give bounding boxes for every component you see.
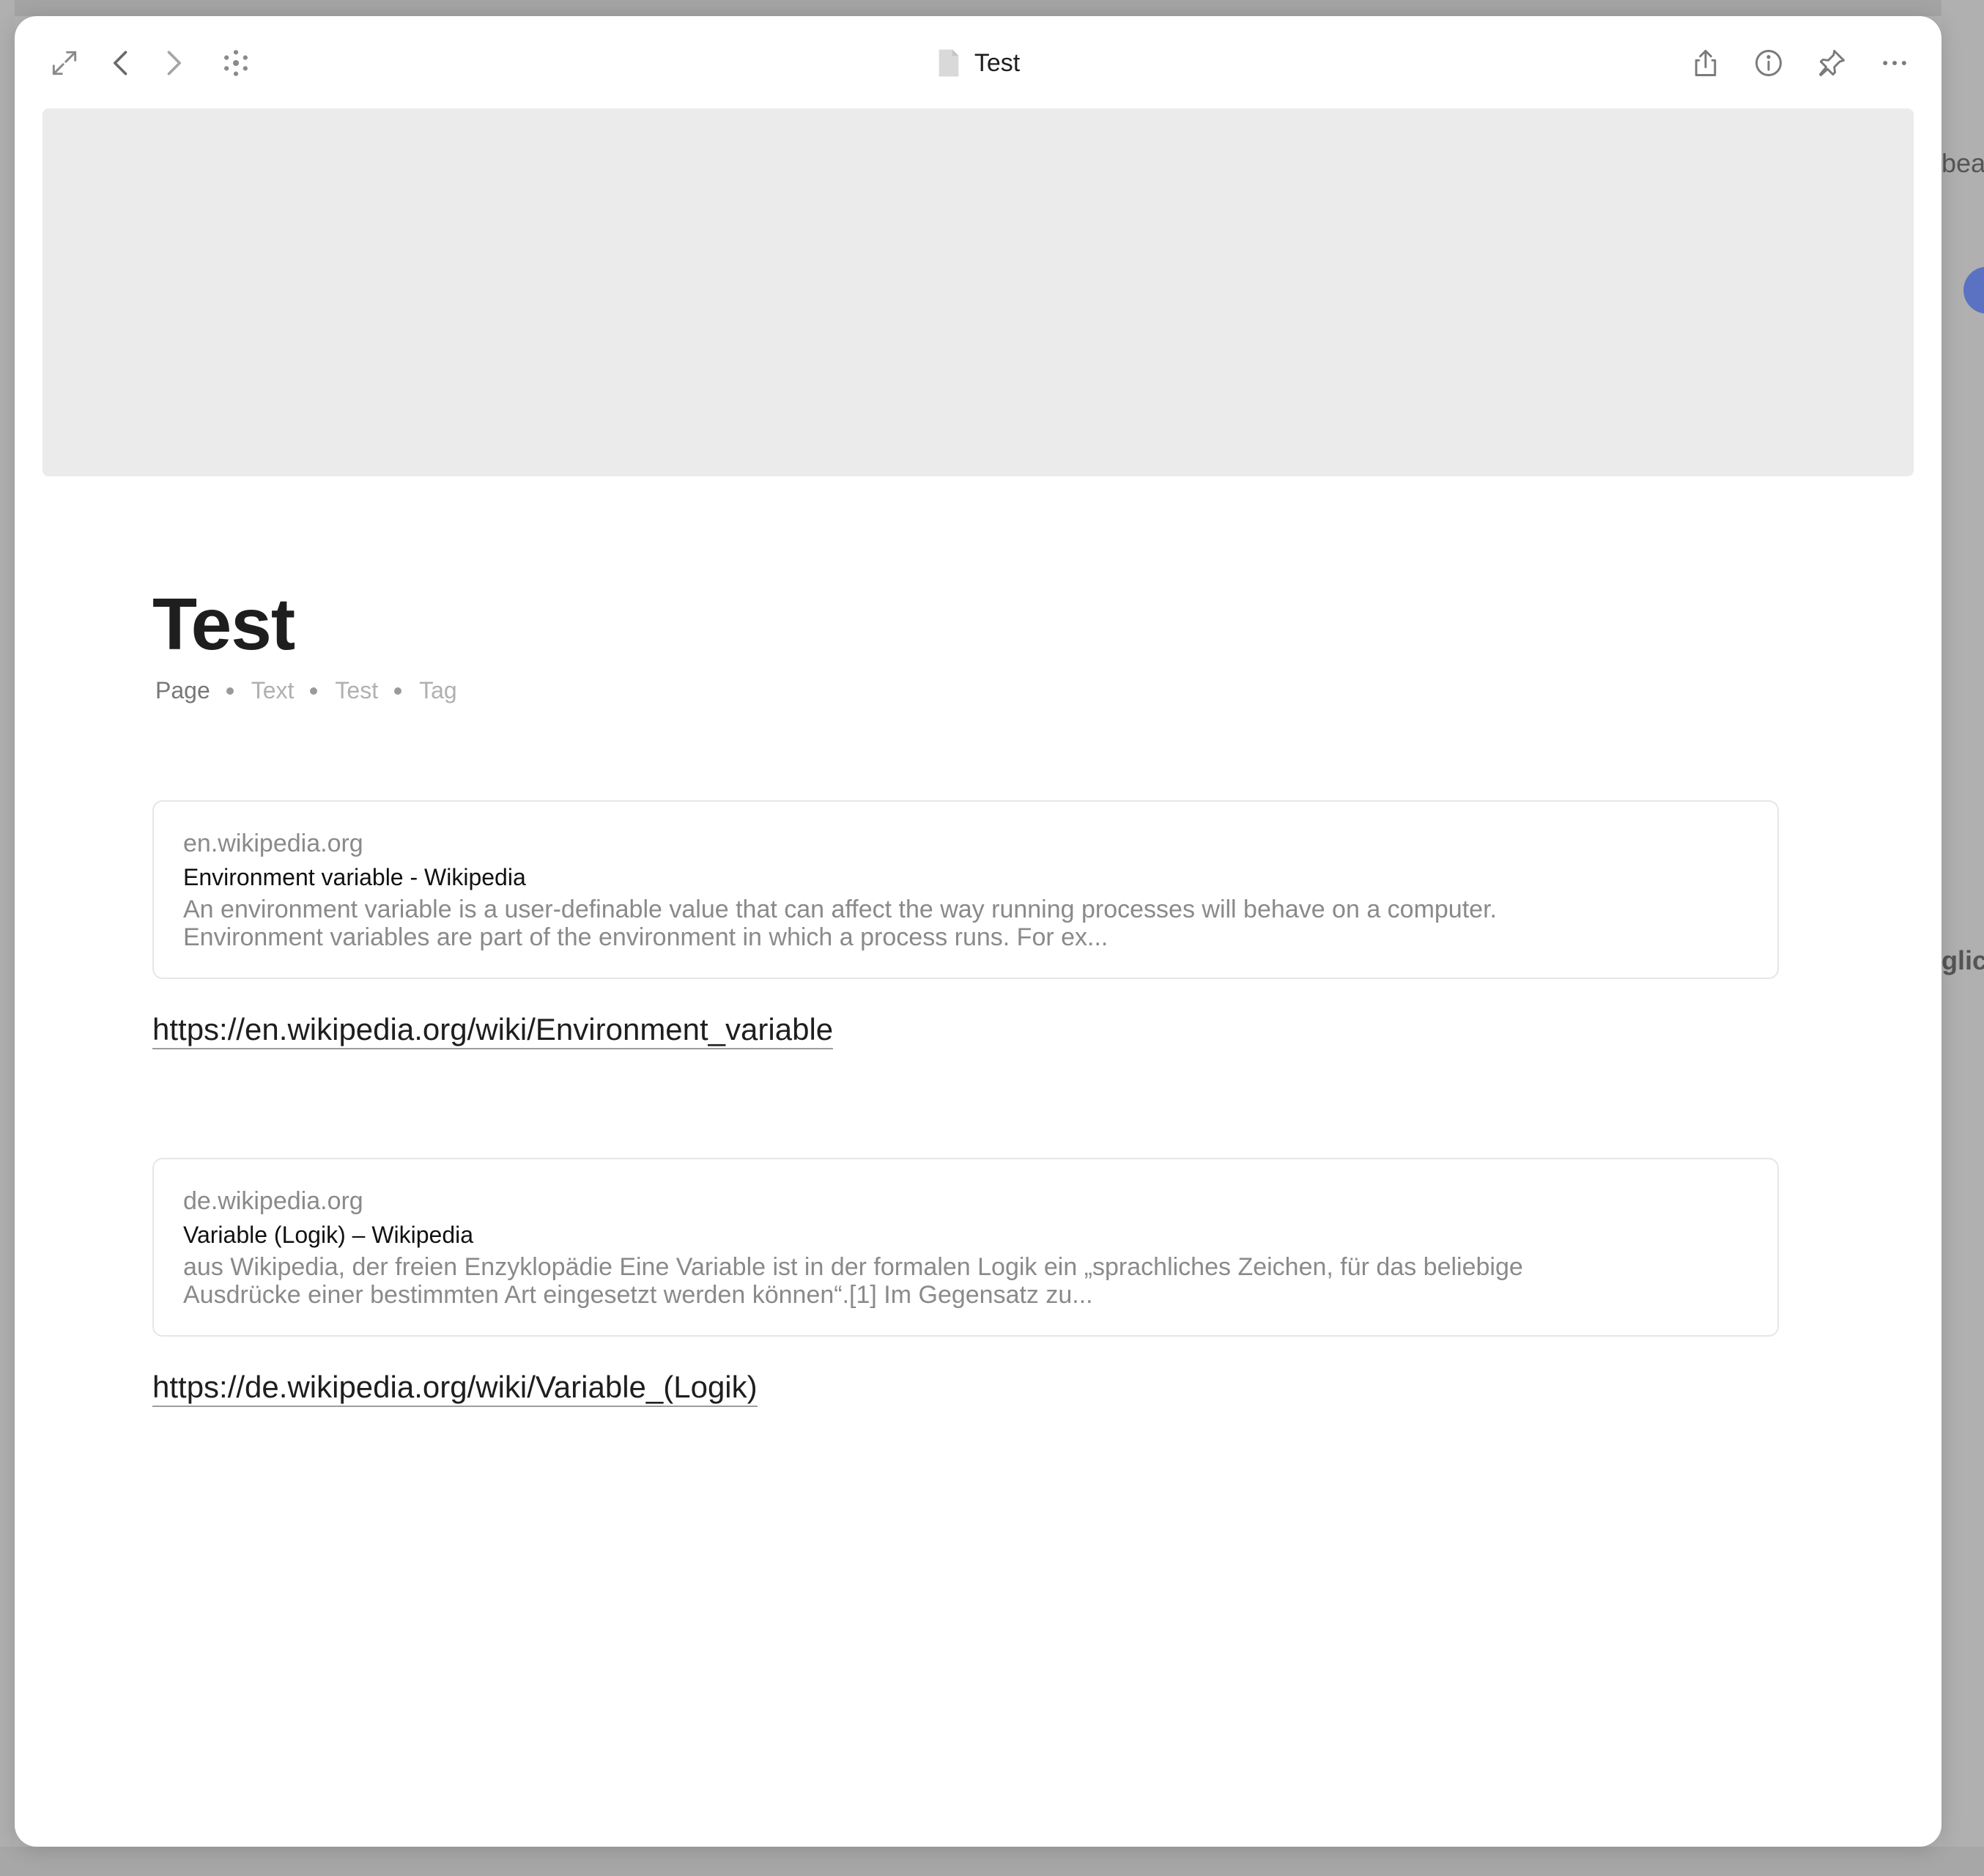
window-title: Test [15,43,1942,84]
info-icon [1755,50,1782,76]
backdrop-top [0,0,1984,16]
bookmark-description: aus Wikipedia, der freien Enzyklopädie E… [183,1253,1750,1309]
more-horizontal-icon [1883,61,1906,65]
page-header: Test Page Text Test Tag [152,588,1794,704]
property-separator [226,687,234,695]
property-text[interactable]: Text [251,677,295,704]
bookmark-description-line: aus Wikipedia, der freien Enzyklopädie E… [183,1253,1523,1282]
bookmark-title: Variable (Logik) – Wikipedia [183,1222,474,1248]
bookmark-description-line: An environment variable is a user-defina… [183,895,1497,924]
bookmark-description-line: Ausdrücke einer bestimmten Art eingesetz… [183,1281,1093,1310]
backdrop-left [0,0,15,1876]
page-title[interactable]: Test [152,588,1794,661]
bookmark-card[interactable]: de.wikipedia.org Variable (Logik) – Wiki… [152,1158,1779,1337]
document-icon [939,49,959,77]
cover-image[interactable] [42,108,1914,476]
modal-toolbar: Test [15,16,1942,107]
pin-icon [1818,50,1845,76]
background-fragment: bea [1942,148,1984,178]
window-title-text: Test [974,48,1021,77]
bookmark-description: An environment variable is a user-defina… [183,895,1750,951]
url-link[interactable]: https://de.wikipedia.org/wiki/Variable_(… [152,1370,758,1408]
property-separator [310,687,318,695]
pin-button[interactable] [1811,43,1852,84]
page-modal: Test Test Page Text Test Tag en.wikipedi… [15,16,1942,1847]
share-button[interactable] [1685,43,1726,84]
bookmark-description-line: Environment variables are part of the en… [183,923,1108,952]
info-button[interactable] [1748,43,1789,84]
property-test[interactable]: Test [335,677,378,704]
more-button[interactable] [1874,43,1915,84]
url-link[interactable]: https://en.wikipedia.org/wiki/Environmen… [152,1012,834,1050]
bookmark-title: Environment variable - Wikipedia [183,864,526,890]
share-icon [1695,50,1717,76]
backdrop-bottom [0,1847,1984,1876]
page-properties: Page Text Test Tag [152,677,1794,704]
bookmark-domain: en.wikipedia.org [183,830,363,857]
property-tag[interactable]: Tag [419,677,457,704]
bookmark-domain: de.wikipedia.org [183,1187,363,1215]
background-fragment: glic [1942,945,1984,975]
property-separator [394,687,402,695]
property-type[interactable]: Page [155,677,210,704]
bookmark-card[interactable]: en.wikipedia.org Environment variable - … [152,800,1779,979]
